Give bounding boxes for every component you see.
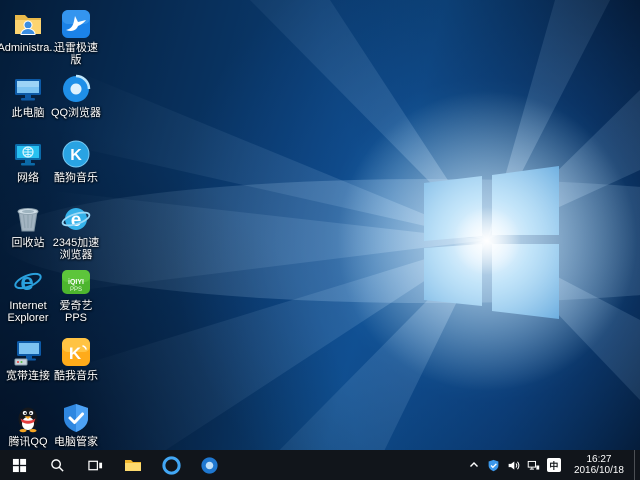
kuwo-music-icon: K: [60, 336, 92, 368]
desktop-icon-xunlei-speed[interactable]: 迅雷极速版: [50, 8, 102, 66]
hidden-icons-chevron[interactable]: [468, 459, 480, 471]
icon-label: 电脑管家: [54, 436, 98, 448]
xunlei-speed-icon: [60, 8, 92, 40]
2345-browser-icon: [200, 456, 219, 475]
svg-text:PPS: PPS: [70, 287, 82, 293]
desktop-icon-pc-manager[interactable]: 电脑管家: [50, 402, 102, 448]
pinned-2345-browser[interactable]: [190, 450, 228, 480]
clock-time: 16:27: [574, 454, 624, 465]
desktop-icon-recycle-bin[interactable]: 回收站: [2, 203, 54, 249]
windows-start-icon: [12, 458, 27, 473]
user-files-icon: [12, 8, 44, 40]
icon-label: 宽带连接: [6, 370, 50, 382]
network-icon: [12, 138, 44, 170]
tray-network[interactable]: [527, 459, 540, 472]
clock-date: 2016/10/18: [574, 465, 624, 476]
taskbar-clock[interactable]: 16:27 2016/10/18: [568, 454, 630, 476]
this-pc-icon: [12, 73, 44, 105]
shield-icon: [487, 459, 500, 472]
task-view-icon: [88, 458, 103, 473]
file-explorer-icon: [124, 457, 142, 473]
task-view-button[interactable]: [76, 450, 114, 480]
pc-manager-icon: [60, 402, 92, 434]
svg-text:iQIYI: iQIYI: [68, 279, 84, 286]
qq-browser-icon: [60, 73, 92, 105]
desktop-icon-network[interactable]: 网络: [2, 138, 54, 184]
chevron-up-icon: [468, 459, 480, 471]
icon-label: 2345加速浏览器: [50, 237, 102, 261]
desktop-icon-2345-browser[interactable]: e 2345加速浏览器: [50, 203, 102, 261]
tray-volume[interactable]: [507, 459, 520, 472]
svg-text:e: e: [20, 269, 33, 296]
pinned-file-explorer[interactable]: [114, 450, 152, 480]
kugou-music-icon: K: [60, 138, 92, 170]
volume-icon: [507, 459, 520, 472]
icon-label: Internet Explorer: [2, 300, 54, 324]
desktop-icon-user-files[interactable]: Administra...: [2, 8, 54, 54]
broadband-connection-icon: [12, 336, 44, 368]
show-desktop-button[interactable]: [634, 450, 640, 480]
start-button[interactable]: [0, 450, 38, 480]
recycle-bin-icon: [12, 203, 44, 235]
svg-text:K: K: [69, 344, 82, 363]
desktop-icon-broadband-connection[interactable]: 宽带连接: [2, 336, 54, 382]
search-icon: [50, 458, 65, 473]
desktop-icon-qq-browser[interactable]: QQ浏览器: [50, 73, 102, 119]
pinned-qq-browser[interactable]: [152, 450, 190, 480]
tray-pc-manager[interactable]: [487, 459, 500, 472]
desktop-icon-kuwo-music[interactable]: K 酷我音乐: [50, 336, 102, 382]
tencent-qq-icon: [12, 402, 44, 434]
desktop-icon-internet-explorer[interactable]: e Internet Explorer: [2, 266, 54, 324]
taskbar: 中 16:27 2016/10/18: [0, 450, 640, 480]
search-button[interactable]: [38, 450, 76, 480]
svg-text:K: K: [70, 147, 82, 164]
icon-label: 迅雷极速版: [50, 42, 102, 66]
taskbar-empty-area: [228, 450, 464, 480]
icon-label: 爱奇艺PPS: [50, 300, 102, 324]
icon-label: 网络: [17, 172, 39, 184]
desktop-icon-this-pc[interactable]: 此电脑: [2, 73, 54, 119]
icon-label: 酷狗音乐: [54, 172, 98, 184]
desktop: Administra... 此电脑 网络 回收站: [0, 0, 640, 480]
internet-explorer-icon: e: [12, 266, 44, 298]
icon-label: 回收站: [12, 237, 45, 249]
desktop-icon-iqiyi-pps[interactable]: iQIYI PPS 爱奇艺PPS: [50, 266, 102, 324]
iqiyi-pps-icon: iQIYI PPS: [60, 266, 92, 298]
ime-indicator[interactable]: 中: [547, 458, 561, 472]
icon-label: QQ浏览器: [51, 107, 101, 119]
system-tray: 中 16:27 2016/10/18: [464, 450, 634, 480]
qq-browser-icon: [162, 456, 181, 475]
network-icon: [527, 459, 540, 472]
desktop-icon-tencent-qq[interactable]: 腾讯QQ: [2, 402, 54, 448]
icon-label: 此电脑: [12, 107, 45, 119]
icon-label: 酷我音乐: [54, 370, 98, 382]
2345-browser-icon: e: [60, 203, 92, 235]
desktop-icon-kugou-music[interactable]: K 酷狗音乐: [50, 138, 102, 184]
icon-label: 腾讯QQ: [8, 436, 47, 448]
